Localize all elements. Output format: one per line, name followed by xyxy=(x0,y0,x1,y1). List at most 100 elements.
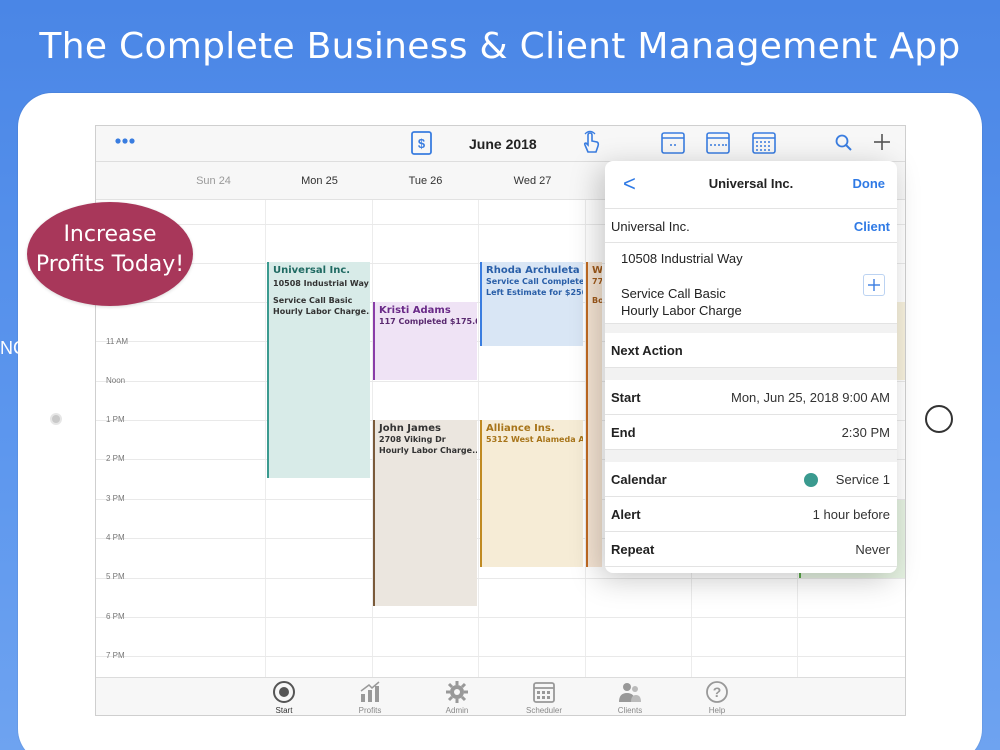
event-line: 775 xyxy=(592,277,602,286)
promo-line: Increase xyxy=(63,222,157,247)
day-view-icon[interactable] xyxy=(660,131,686,160)
hour-label: 4 PM xyxy=(106,533,125,542)
add-icon[interactable] xyxy=(873,133,891,156)
help-icon: ? xyxy=(706,681,728,703)
event-line: Left Estimate for $256... xyxy=(486,288,583,297)
repeat-row[interactable]: Repeat Never xyxy=(605,532,897,567)
hand-tap-icon[interactable] xyxy=(580,130,602,161)
event-line: 10508 Industrial Way xyxy=(273,279,369,288)
day-header[interactable]: Tue 26 xyxy=(372,175,479,187)
tab-bar: Start Profits Admin Scheduler Clients ? … xyxy=(96,677,905,715)
people-icon xyxy=(619,683,641,702)
svg-text:$: $ xyxy=(418,136,426,151)
tab-help[interactable]: ? Help xyxy=(687,680,747,715)
chart-icon xyxy=(360,681,380,702)
event-rhoda-archuleta[interactable]: Rhoda Archuleta Service Call Complete Le… xyxy=(480,262,583,346)
tab-label: Start xyxy=(275,706,293,715)
event-title: Universal Inc. xyxy=(273,265,351,276)
hour-label: 5 PM xyxy=(106,572,125,581)
tab-scheduler[interactable]: Scheduler xyxy=(514,680,574,715)
event-line: Service Call Complete xyxy=(486,277,583,286)
day-header[interactable]: Wed 27 xyxy=(479,175,586,187)
hour-label: 6 PM xyxy=(106,612,125,621)
alert-value: 1 hour before xyxy=(812,507,890,522)
grid-line xyxy=(96,578,905,579)
month-title: June 2018 xyxy=(469,136,537,152)
event-universal-inc[interactable]: Universal Inc. 10508 Industrial Way Serv… xyxy=(267,262,370,478)
event-detail-popover: < Universal Inc. Done Universal Inc. Cli… xyxy=(605,161,897,573)
event-line: Service Call Basic xyxy=(273,296,353,305)
week-view-icon[interactable] xyxy=(705,131,731,160)
popover-header: < Universal Inc. Done xyxy=(605,161,897,209)
service-item: Hourly Labor Charge xyxy=(621,303,742,318)
grid-line xyxy=(96,617,905,618)
client-address: 10508 Industrial Way xyxy=(621,251,743,266)
hour-label: Noon xyxy=(106,376,126,385)
event-line: 2708 Viking Dr xyxy=(379,435,446,444)
svg-text:?: ? xyxy=(713,684,722,700)
calendar-row[interactable]: Calendar Service 1 xyxy=(605,462,897,497)
next-action-row[interactable]: Next Action xyxy=(605,333,897,368)
alert-label: Alert xyxy=(611,507,641,522)
end-row[interactable]: End 2:30 PM xyxy=(605,415,897,450)
event-title: Kristi Adams xyxy=(379,305,451,316)
tab-clients[interactable]: Clients xyxy=(600,680,660,715)
alert-row[interactable]: Alert 1 hour before xyxy=(605,497,897,532)
grid-line xyxy=(478,200,479,677)
client-link[interactable]: Client xyxy=(854,219,890,234)
event-alliance-ins[interactable]: Alliance Ins. 5312 West Alameda A... xyxy=(480,420,583,567)
hour-label: 3 PM xyxy=(106,494,125,503)
tab-label: Admin xyxy=(445,706,469,715)
event-title: John James xyxy=(379,423,441,434)
tab-start[interactable]: Start xyxy=(254,680,314,715)
hour-label: 1 PM xyxy=(106,415,125,424)
calendar-icon xyxy=(533,682,555,703)
calendar-value: Service 1 xyxy=(835,472,890,487)
event-partial[interactable]: We 775 Bob xyxy=(586,262,602,567)
end-value: 2:30 PM xyxy=(841,425,890,440)
target-icon xyxy=(273,681,295,703)
add-item-button[interactable] xyxy=(863,274,885,296)
hour-label: 7 PM xyxy=(106,651,125,660)
home-button[interactable] xyxy=(925,405,953,433)
separator xyxy=(605,323,897,333)
tab-label: Clients xyxy=(617,706,643,715)
camera-icon xyxy=(50,413,62,425)
event-line: Hourly Labor Charge... xyxy=(379,446,477,455)
client-name: Universal Inc. xyxy=(611,219,690,234)
next-action-label: Next Action xyxy=(611,343,683,358)
tab-admin[interactable]: Admin xyxy=(427,680,487,715)
done-button[interactable]: Done xyxy=(853,176,886,191)
month-view-icon[interactable] xyxy=(751,131,777,160)
start-row[interactable]: Start Mon, Jun 25, 2018 9:00 AM xyxy=(605,380,897,415)
event-title: We xyxy=(592,265,602,276)
promo-line: Profits Today! xyxy=(35,252,185,277)
event-title: Rhoda Archuleta xyxy=(486,265,580,276)
repeat-value: Never xyxy=(855,542,890,557)
top-toolbar: $ June 2018 xyxy=(96,126,905,162)
ellipsis-icon[interactable] xyxy=(114,134,136,153)
headline: The Complete Business & Client Managemen… xyxy=(39,26,961,67)
end-label: End xyxy=(611,425,636,440)
gear-icon xyxy=(446,681,468,703)
event-line: Hourly Labor Charge... xyxy=(273,307,370,316)
event-john-james[interactable]: John James 2708 Viking Dr Hourly Labor C… xyxy=(373,420,477,606)
event-line: 5312 West Alameda A... xyxy=(486,435,583,444)
search-icon[interactable] xyxy=(835,134,853,157)
grid-line xyxy=(96,656,905,657)
day-header[interactable]: Mon 25 xyxy=(266,175,373,187)
event-kristi-adams[interactable]: Kristi Adams 117 Completed $175.00 xyxy=(373,302,477,380)
event-line: 117 Completed $175.00 xyxy=(379,317,477,326)
event-title: Alliance Ins. xyxy=(486,423,555,434)
plus-icon xyxy=(868,279,880,291)
invoice-icon[interactable]: $ xyxy=(410,130,434,161)
separator xyxy=(605,368,897,380)
tab-label: Profits xyxy=(358,706,382,715)
calendar-label: Calendar xyxy=(611,472,667,487)
day-header[interactable]: Sun 24 xyxy=(160,175,267,187)
client-row[interactable]: Universal Inc. Client xyxy=(605,209,897,243)
promo-badge: Increase Profits Today! xyxy=(27,202,193,306)
separator xyxy=(605,450,897,462)
start-value: Mon, Jun 25, 2018 9:00 AM xyxy=(731,390,890,405)
tab-profits[interactable]: Profits xyxy=(340,680,400,715)
